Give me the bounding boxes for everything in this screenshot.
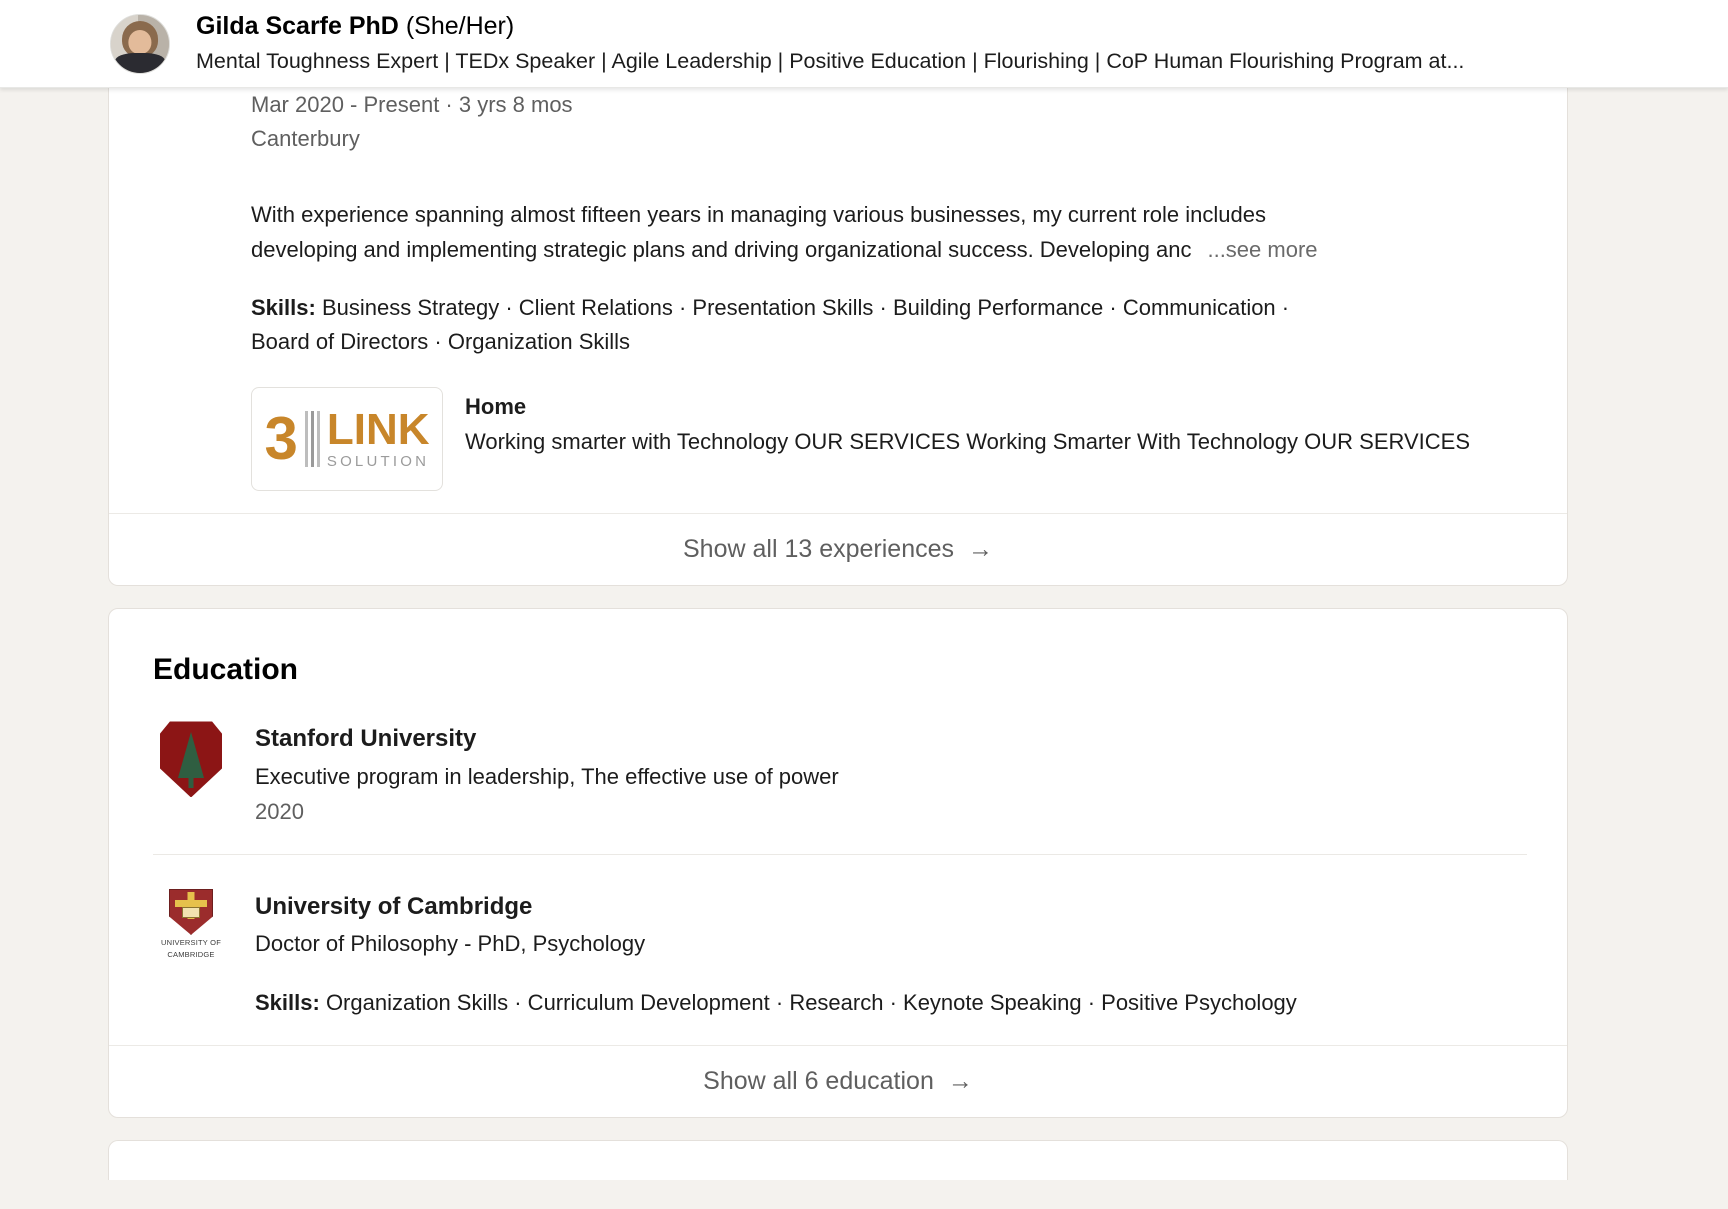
header-text-block: Gilda Scarfe PhD (She/Her) Mental Toughn… xyxy=(196,11,1728,75)
logo-word-solution: SOLUTION xyxy=(326,453,430,471)
logo-wordmark: LINK SOLUTION xyxy=(326,404,430,471)
profile-headline: Mental Toughness Expert | TEDx Speaker |… xyxy=(196,48,1465,73)
show-all-experiences-label: Show all 13 experiences xyxy=(683,535,954,564)
page-scroll-body: Mar 2020 - Present · 3 yrs 8 mos Canterb… xyxy=(0,88,1728,1181)
experience-card: Mar 2020 - Present · 3 yrs 8 mos Canterb… xyxy=(108,88,1568,587)
show-all-education-label-row: Show all 6 education → xyxy=(703,1067,973,1096)
education-school-name[interactable]: Stanford University xyxy=(255,723,1527,755)
cambridge-book-icon xyxy=(182,906,200,918)
cambridge-text-block: University of Cambridge Doctor of Philos… xyxy=(255,889,1527,1019)
show-all-education-button[interactable]: Show all 6 education → xyxy=(109,1045,1567,1117)
three-link-solution-logo-icon: 3 LINK SOLUTION xyxy=(258,388,435,490)
education-years: 2020 xyxy=(255,798,304,824)
see-more-link[interactable]: ...see more xyxy=(1207,233,1317,267)
profile-name-row: Gilda Scarfe PhD (She/Her) xyxy=(196,11,1708,42)
stanford-text-block: Stanford University Executive program in… xyxy=(255,721,1527,827)
avatar[interactable] xyxy=(110,13,170,74)
experience-entry: Mar 2020 - Present · 3 yrs 8 mos Canterb… xyxy=(109,88,1567,492)
education-list: Stanford University Executive program in… xyxy=(109,687,1567,1045)
education-card: Education Stanford University Executive … xyxy=(108,608,1568,1119)
education-section-title: Education xyxy=(153,653,299,687)
cambridge-shield-shape xyxy=(169,888,213,935)
experience-skills-label: Skills: xyxy=(251,294,316,320)
experience-description: With experience spanning almost fifteen … xyxy=(251,198,1527,267)
experience-date-range: Mar 2020 - Present · 3 yrs 8 mos xyxy=(251,92,573,117)
logo-bars-icon xyxy=(304,410,320,468)
experience-description-line1: With experience spanning almost fifteen … xyxy=(251,202,1266,228)
logo-bar xyxy=(310,411,314,468)
education-degree: Doctor of Philosophy - PhD, Psychology xyxy=(255,931,646,957)
cambridge-crest-icon: UNIVERSITY OF CAMBRIDGE xyxy=(153,888,229,965)
avatar-body xyxy=(115,52,165,73)
arrow-right-icon: → xyxy=(968,535,993,564)
education-degree: Executive program in leadership, The eff… xyxy=(255,763,839,789)
cambridge-logo-text-line2: CAMBRIDGE xyxy=(167,950,215,960)
show-all-experiences-button[interactable]: Show all 13 experiences → xyxy=(109,513,1567,585)
next-section-card-peek xyxy=(108,1140,1568,1181)
stanford-tree-icon xyxy=(178,732,204,779)
stanford-tree-trunk xyxy=(188,776,194,789)
education-item-cambridge[interactable]: UNIVERSITY OF CAMBRIDGE University of Ca… xyxy=(153,853,1527,1045)
cambridge-logo-text-line1: UNIVERSITY OF xyxy=(161,937,221,947)
experience-skills-line1: Business Strategy · Client Relations · P… xyxy=(321,294,1290,320)
arrow-right-icon: → xyxy=(947,1067,973,1096)
profile-name: Gilda Scarfe PhD xyxy=(196,12,399,41)
logo-number: 3 xyxy=(264,405,298,473)
media-title: Home xyxy=(465,394,527,420)
experience-location: Canterbury xyxy=(251,126,360,152)
media-description: Working smarter with Technology OUR SERV… xyxy=(465,429,1471,455)
cambridge-logo: UNIVERSITY OF CAMBRIDGE xyxy=(153,888,229,965)
education-item-stanford[interactable]: Stanford University Executive program in… xyxy=(153,687,1527,853)
experience-description-line2: developing and implementing strategic pl… xyxy=(251,236,1192,262)
avatar-face xyxy=(128,29,152,54)
experience-skills: Skills: Business Strategy · Client Relat… xyxy=(251,291,1527,360)
experience-media-link[interactable]: 3 LINK SOLUTION Home Working smarter wit… xyxy=(251,387,1527,492)
media-text-block: Home Working smarter with Technology OUR… xyxy=(465,387,1470,458)
experience-description-row2: developing and implementing strategic pl… xyxy=(251,233,1527,267)
education-skills-label: Skills: xyxy=(255,990,320,1016)
sticky-profile-header: Gilda Scarfe PhD (She/Her) Mental Toughn… xyxy=(0,0,1728,88)
experience-skills-line2: Board of Directors · Organization Skills xyxy=(251,329,631,355)
logo-bar xyxy=(316,411,320,468)
education-skills: Skills: Organization Skills · Curriculum… xyxy=(255,986,1527,1019)
education-skills-list: Organization Skills · Curriculum Develop… xyxy=(325,990,1297,1016)
stanford-logo xyxy=(153,721,229,798)
profile-pronouns: (She/Her) xyxy=(405,12,515,41)
logo-word-link: LINK xyxy=(326,404,430,454)
show-all-experiences-label-row: Show all 13 experiences → xyxy=(683,535,993,564)
education-school-name[interactable]: University of Cambridge xyxy=(255,891,1527,923)
media-thumbnail[interactable]: 3 LINK SOLUTION xyxy=(251,387,443,492)
logo-bar xyxy=(304,411,308,468)
show-all-education-label: Show all 6 education xyxy=(703,1067,934,1096)
stanford-shield-icon xyxy=(160,721,222,798)
